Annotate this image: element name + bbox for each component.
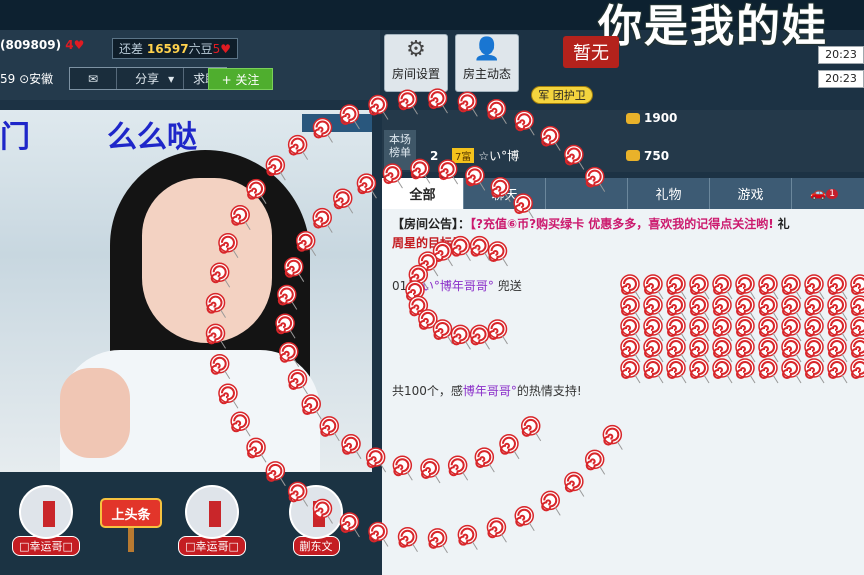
heart-icon: ♥ (73, 38, 85, 52)
guard-prefix: 军 (538, 89, 550, 102)
time-label: 20:23 (818, 70, 864, 88)
rank-points-value: 1900 (644, 111, 678, 125)
rank-label[interactable]: 本场榜单 (384, 130, 416, 170)
live-meta: 59 ⊙安徽 (0, 70, 53, 87)
time-label: 20:23 (818, 46, 864, 64)
location: 安徽 (29, 72, 54, 86)
rank-num: 2 (430, 148, 439, 163)
thank-prefix: 共100个，感 (392, 384, 463, 398)
rank-points: 750 (626, 149, 669, 163)
chat-tabs: 全部 聊天 礼物 游戏 🚗 1 (382, 178, 864, 209)
rank-name: ☆い°博 (478, 149, 520, 163)
caption-left: 门 (0, 120, 30, 155)
tab-gifts[interactable]: 礼物 (628, 178, 710, 209)
mail-icon: ✉ (88, 71, 99, 86)
tab-games[interactable]: 游戏 (710, 178, 792, 209)
follow-button[interactable]: + 关注 (208, 68, 273, 90)
room-big-title: 你是我的娃 (598, 1, 828, 52)
video-badge (302, 114, 372, 132)
tab-all[interactable]: 全部 (382, 178, 464, 209)
gift-message: 01 ☆い°博年哥哥° 兜送 (392, 277, 522, 294)
gap-label: 还差 (119, 42, 144, 56)
fan-label: □幸运哥□ (178, 536, 246, 556)
video-caption: 门 么么哒 (0, 112, 197, 156)
guard-label: 团护卫 (552, 89, 586, 102)
tab-chat[interactable]: 聊天 (464, 178, 546, 209)
notice-value: 【?充值⑥币?购买绿卡 优惠多多，喜欢我的记得点关注哟! (470, 217, 774, 231)
host-feed-button[interactable]: 👤 房主动态 (455, 34, 519, 92)
thank-message: 共100个，感博年哥哥°的热情支持! (392, 382, 582, 399)
caption-right: 么么哒 (107, 120, 197, 155)
gap-unit: 六豆 (188, 42, 213, 56)
avatar (185, 485, 239, 539)
coin-icon (626, 112, 640, 124)
thank-user[interactable]: 博年哥哥° (463, 384, 517, 398)
rank-level-badge: 7富 (452, 148, 475, 163)
notice-tail: 礼 (777, 217, 790, 231)
heart-icon: ♥ (220, 42, 232, 56)
fan-label: 蒯东文 (292, 536, 340, 556)
host-id: (809809) (0, 38, 62, 52)
fan-label: □幸运哥□ (12, 536, 80, 556)
location-pin-icon: ⊙ (19, 72, 30, 86)
video-face (142, 178, 272, 343)
avatar (19, 485, 73, 539)
gift-time: 01 (392, 279, 408, 293)
coin-icon (626, 150, 640, 161)
headline-button[interactable]: 上头条 (100, 498, 162, 528)
tab-badge: 1 (826, 188, 838, 199)
rank-points-value: 750 (644, 148, 670, 163)
tab-hidden[interactable] (546, 178, 628, 209)
car-icon: 🚗 (810, 186, 827, 201)
room-settings-label: 房间设置 (391, 67, 440, 81)
avatar (289, 485, 343, 539)
week-target: 周星的目标是： (392, 236, 477, 250)
video-stream[interactable] (0, 110, 372, 472)
host-feed-label: 房主动态 (462, 67, 511, 81)
fan-slot[interactable]: □幸运哥□ (12, 485, 80, 556)
rank-points: 1900 (626, 111, 677, 125)
rank-row[interactable]: 2 7富 ☆い°博 750 (430, 147, 669, 164)
mail-button[interactable]: ✉ (70, 68, 118, 89)
gift-suffix: 兜送 (497, 279, 522, 293)
share-button[interactable]: 分享 ▾ (117, 68, 185, 89)
gear-icon: ⚙ (406, 37, 426, 62)
user-icon: 👤 (473, 37, 501, 62)
room-settings-button[interactable]: ⚙ 房间设置 (384, 34, 448, 92)
notice-key: 【房间公告】： (392, 217, 471, 231)
host-info: (809809) 4♥ (0, 38, 84, 52)
tab-car[interactable]: 🚗 1 (792, 178, 856, 209)
header-actions: ✉ 分享 ▾ 求助 (69, 67, 228, 90)
host-level: 4 (65, 38, 74, 52)
gap-value: 16597 (146, 42, 189, 56)
none-badge: 暂无 (563, 36, 619, 68)
fan-slot[interactable]: 蒯东文 (282, 485, 350, 556)
live-time: 59 (0, 72, 16, 86)
headline-post (128, 528, 134, 552)
share-label: 分享 (135, 72, 160, 86)
gift-user[interactable]: ☆い°博年哥哥° (411, 279, 494, 293)
room-notice: 【房间公告】：【?充值⑥币?购买绿卡 优惠多多，喜欢我的记得点关注哟! 礼 (392, 215, 790, 232)
video-hand (60, 368, 130, 458)
fan-slot[interactable]: □幸运哥□ (178, 485, 246, 556)
thank-suffix: 的热情支持! (516, 384, 582, 398)
guard-button[interactable]: 军 团护卫 (531, 86, 593, 104)
level-gap: 还差 16597六豆5♥ (112, 38, 239, 59)
